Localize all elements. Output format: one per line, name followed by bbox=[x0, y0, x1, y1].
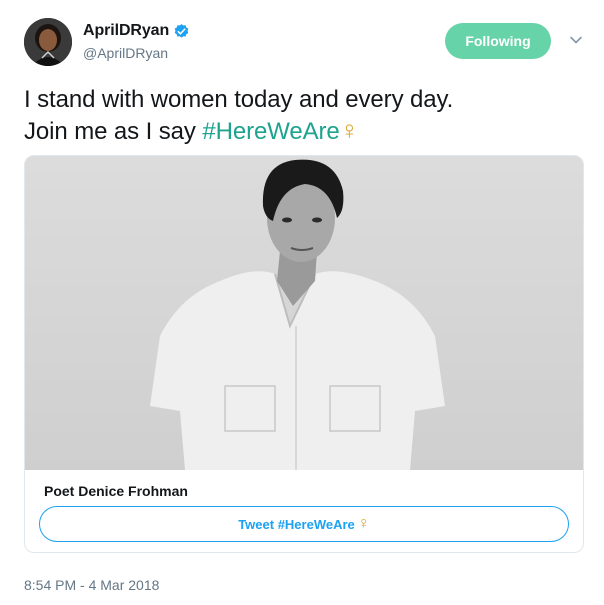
card-title: Poet Denice Frohman bbox=[44, 483, 188, 499]
tweet-header: AprilDRyan @AprilDRyan Following bbox=[24, 18, 584, 70]
following-button[interactable]: Following bbox=[445, 23, 551, 59]
tweet-hashtag-button[interactable]: Tweet #HereWeAre ♀ bbox=[39, 506, 569, 542]
card-photo[interactable] bbox=[25, 156, 583, 470]
tweet-line-2-prefix: Join me as I say bbox=[24, 118, 203, 145]
author-display-name[interactable]: AprilDRyan bbox=[83, 22, 169, 40]
tweet-line-1: I stand with women today and every day. bbox=[24, 86, 454, 113]
venus-emoji-small: ♀ bbox=[357, 515, 370, 532]
hashtag-link[interactable]: #HereWeAre bbox=[202, 118, 339, 145]
tweet-text: I stand with women today and every day. … bbox=[24, 85, 584, 147]
tweet-timestamp[interactable]: 8:54 PM - 4 Mar 2018 bbox=[24, 577, 159, 593]
tweet-hashtag-button-label: Tweet #HereWeAre bbox=[238, 516, 355, 532]
chevron-down-icon[interactable] bbox=[569, 33, 583, 47]
author-avatar[interactable] bbox=[24, 18, 72, 66]
tweet-line-2: Join me as I say #HereWeAre♀ bbox=[24, 115, 584, 147]
verified-badge-icon bbox=[173, 23, 190, 40]
author-handle[interactable]: @AprilDRyan bbox=[83, 45, 190, 61]
venus-emoji: ♀ bbox=[339, 115, 360, 145]
media-card[interactable]: Poet Denice Frohman Tweet #HereWeAre ♀ bbox=[24, 155, 584, 553]
author-names: AprilDRyan @AprilDRyan bbox=[83, 21, 190, 61]
